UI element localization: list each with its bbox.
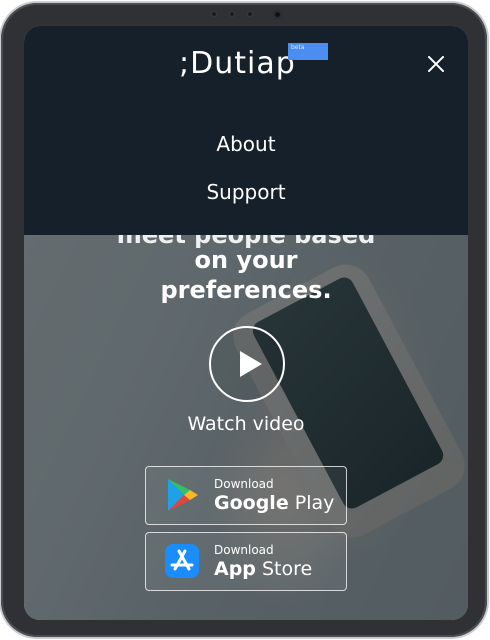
menu-item-about[interactable]: About xyxy=(24,132,468,156)
google-play-name-bold: Google xyxy=(214,492,289,514)
sensor-dot xyxy=(211,11,217,17)
tablet-frame: meet people based on your preferences. W… xyxy=(1,3,487,637)
play-video-button[interactable] xyxy=(209,326,285,402)
google-play-store-name: Google Play xyxy=(214,492,334,514)
app-store-icon xyxy=(165,544,199,578)
navigation-menu-overlay: ;Dutiap beta About Support xyxy=(24,26,468,235)
brand-logo[interactable]: ;Dutiap xyxy=(179,46,296,81)
close-icon[interactable] xyxy=(422,50,450,78)
headline-line-2: preferences. xyxy=(160,276,332,304)
google-play-name-rest: Play xyxy=(288,492,335,514)
watch-video-label[interactable]: Watch video xyxy=(24,413,468,435)
sensor-dot xyxy=(247,11,253,17)
google-play-button[interactable]: Download Google Play xyxy=(145,466,347,525)
app-store-name-bold: App xyxy=(214,558,256,580)
app-store-button[interactable]: Download App Store xyxy=(145,532,347,591)
front-camera xyxy=(273,10,282,19)
beta-badge: beta xyxy=(288,43,328,60)
app-screen: meet people based on your preferences. W… xyxy=(24,26,468,620)
app-store-name-rest: Store xyxy=(255,558,313,580)
sensor-dot xyxy=(229,11,235,17)
camera-sensors xyxy=(211,11,281,19)
menu-item-support[interactable]: Support xyxy=(24,180,468,204)
google-play-download-label: Download xyxy=(214,477,274,491)
app-store-download-label: Download xyxy=(214,543,274,557)
app-store-name: App Store xyxy=(214,558,312,580)
headline-line-1: on your xyxy=(194,246,298,274)
google-play-icon xyxy=(168,479,198,511)
